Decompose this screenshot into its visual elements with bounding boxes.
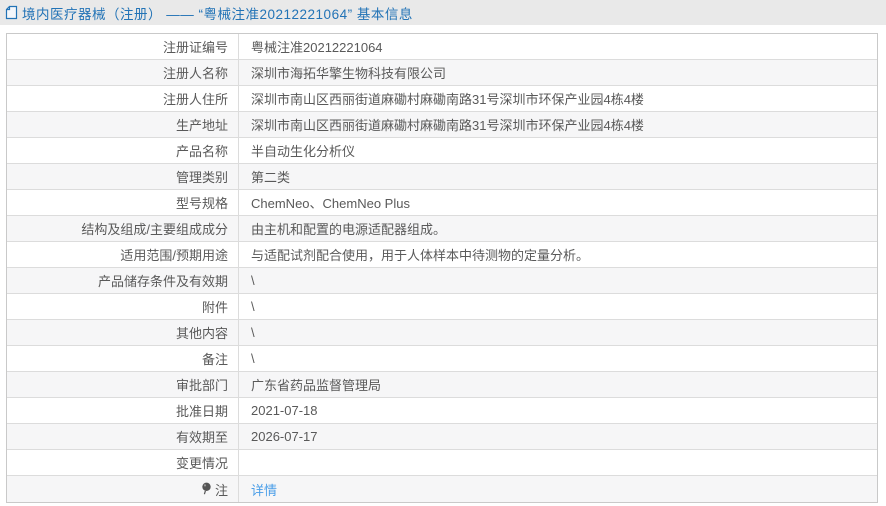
- document-icon: [5, 5, 18, 20]
- row-label: 注册人住所: [162, 92, 228, 107]
- row-label: 变更情况: [175, 456, 228, 471]
- row-label: 产品储存条件及有效期: [97, 274, 228, 289]
- row-label-cell: 有效期至: [7, 424, 239, 449]
- row-label: 附件: [201, 300, 228, 315]
- row-value: 粤械注准20212221064: [251, 40, 383, 55]
- row-label-cell: 产品储存条件及有效期: [7, 268, 239, 293]
- row-label: 生产地址: [175, 118, 228, 133]
- row-label: 注册人名称: [162, 66, 228, 81]
- row-value: 2026-07-17: [251, 429, 318, 444]
- row-value-cell: \: [239, 268, 877, 293]
- row-label: 其他内容: [175, 326, 228, 341]
- row-value-cell: [239, 450, 877, 475]
- detail-link[interactable]: 详情: [251, 480, 277, 499]
- row-label-cell: 注册人住所: [7, 86, 239, 111]
- table-row: 注 详情: [7, 476, 877, 502]
- row-label-cell: 型号规格: [7, 190, 239, 215]
- row-value: \: [251, 273, 255, 288]
- row-value: 由主机和配置的电源适配器组成。: [251, 222, 447, 237]
- table-row: 审批部门 广东省药品监督管理局: [7, 372, 877, 398]
- page-header: 境内医疗器械（注册） —— “粤械注准20212221064” 基本信息: [0, 0, 886, 25]
- row-value: 与适配试剂配合使用，用于人体样本中待测物的定量分析。: [251, 248, 590, 263]
- row-label: 管理类别: [175, 170, 228, 185]
- row-label: 有效期至: [175, 430, 228, 445]
- table-row: 附件 \: [7, 294, 877, 320]
- row-label-cell: 注册人名称: [7, 60, 239, 85]
- row-value-cell: 2021-07-18: [239, 398, 877, 423]
- row-value-cell: 第二类: [239, 164, 877, 189]
- registration-info-table: 注册证编号 粤械注准20212221064 注册人名称 深圳市海拓华擎生物科技有限公司…: [6, 33, 878, 503]
- row-label-cell: 其他内容: [7, 320, 239, 345]
- row-value: \: [251, 325, 255, 340]
- row-label: 型号规格: [175, 196, 228, 211]
- row-value: ChemNeo、ChemNeo Plus: [251, 196, 410, 211]
- row-label: 备注: [201, 352, 228, 367]
- row-value-cell: 半自动生化分析仪: [239, 138, 877, 163]
- row-label-cell: 产品名称: [7, 138, 239, 163]
- table-row: 管理类别 第二类: [7, 164, 877, 190]
- row-label-cell: 管理类别: [7, 164, 239, 189]
- row-label-cell: 适用范围/预期用途: [7, 242, 239, 267]
- note-balloon-icon: [201, 482, 212, 496]
- row-value-cell: 与适配试剂配合使用，用于人体样本中待测物的定量分析。: [239, 242, 877, 267]
- row-value: 深圳市南山区西丽街道麻磡村麻磡南路31号深圳市环保产业园4栋4楼: [251, 118, 644, 133]
- row-value: 深圳市南山区西丽街道麻磡村麻磡南路31号深圳市环保产业园4栋4楼: [251, 92, 644, 107]
- table-row: 注册证编号 粤械注准20212221064: [7, 34, 877, 60]
- row-value-cell: 由主机和配置的电源适配器组成。: [239, 216, 877, 241]
- row-label: 结构及组成/主要组成成分: [81, 222, 228, 237]
- row-value-cell: 深圳市南山区西丽街道麻磡村麻磡南路31号深圳市环保产业园4栋4楼: [239, 86, 877, 111]
- table-row: 备注 \: [7, 346, 877, 372]
- row-label-cell: 变更情况: [7, 450, 239, 475]
- row-label: 注: [214, 482, 228, 498]
- table-row: 结构及组成/主要组成成分 由主机和配置的电源适配器组成。: [7, 216, 877, 242]
- table-row: 生产地址 深圳市南山区西丽街道麻磡村麻磡南路31号深圳市环保产业园4栋4楼: [7, 112, 877, 138]
- table-row: 适用范围/预期用途 与适配试剂配合使用，用于人体样本中待测物的定量分析。: [7, 242, 877, 268]
- row-value-cell: 深圳市南山区西丽街道麻磡村麻磡南路31号深圳市环保产业园4栋4楼: [239, 112, 877, 137]
- row-value: 深圳市海拓华擎生物科技有限公司: [251, 66, 447, 81]
- table-row: 型号规格 ChemNeo、ChemNeo Plus: [7, 190, 877, 216]
- row-value-cell: \: [239, 320, 877, 345]
- row-label-cell: 注册证编号: [7, 34, 239, 59]
- table-row: 批准日期 2021-07-18: [7, 398, 877, 424]
- row-label-cell: 生产地址: [7, 112, 239, 137]
- row-label-cell: 附件: [7, 294, 239, 319]
- row-label: 产品名称: [175, 144, 228, 159]
- row-label-cell: 注: [7, 476, 239, 502]
- row-value-cell: \: [239, 294, 877, 319]
- row-value-cell: 广东省药品监督管理局: [239, 372, 877, 397]
- row-value-cell: 粤械注准20212221064: [239, 34, 877, 59]
- row-value: \: [251, 351, 255, 366]
- row-value: 半自动生化分析仪: [251, 144, 356, 159]
- page-title: 境内医疗器械（注册） —— “粤械注准20212221064” 基本信息: [22, 6, 413, 22]
- row-label-cell: 结构及组成/主要组成成分: [7, 216, 239, 241]
- row-value: 广东省药品监督管理局: [251, 378, 382, 393]
- table-row: 产品储存条件及有效期 \: [7, 268, 877, 294]
- row-label-cell: 备注: [7, 346, 239, 371]
- table-row: 变更情况: [7, 450, 877, 476]
- row-value-cell: 详情: [239, 476, 877, 502]
- table-row: 注册人名称 深圳市海拓华擎生物科技有限公司: [7, 60, 877, 86]
- row-value-cell: 深圳市海拓华擎生物科技有限公司: [239, 60, 877, 85]
- table-row: 其他内容 \: [7, 320, 877, 346]
- row-value-cell: 2026-07-17: [239, 424, 877, 449]
- row-value: 第二类: [251, 170, 291, 185]
- row-label: 注册证编号: [162, 40, 228, 55]
- row-label: 批准日期: [175, 404, 228, 419]
- row-value-cell: ChemNeo、ChemNeo Plus: [239, 190, 877, 215]
- row-label: 适用范围/预期用途: [120, 248, 228, 263]
- table-row: 注册人住所 深圳市南山区西丽街道麻磡村麻磡南路31号深圳市环保产业园4栋4楼: [7, 86, 877, 112]
- table-row: 有效期至 2026-07-17: [7, 424, 877, 450]
- row-label: 审批部门: [175, 378, 228, 393]
- row-label-cell: 批准日期: [7, 398, 239, 423]
- table-row: 产品名称 半自动生化分析仪: [7, 138, 877, 164]
- row-value: \: [251, 299, 255, 314]
- row-value: 2021-07-18: [251, 403, 318, 418]
- row-value-cell: \: [239, 346, 877, 371]
- row-label-cell: 审批部门: [7, 372, 239, 397]
